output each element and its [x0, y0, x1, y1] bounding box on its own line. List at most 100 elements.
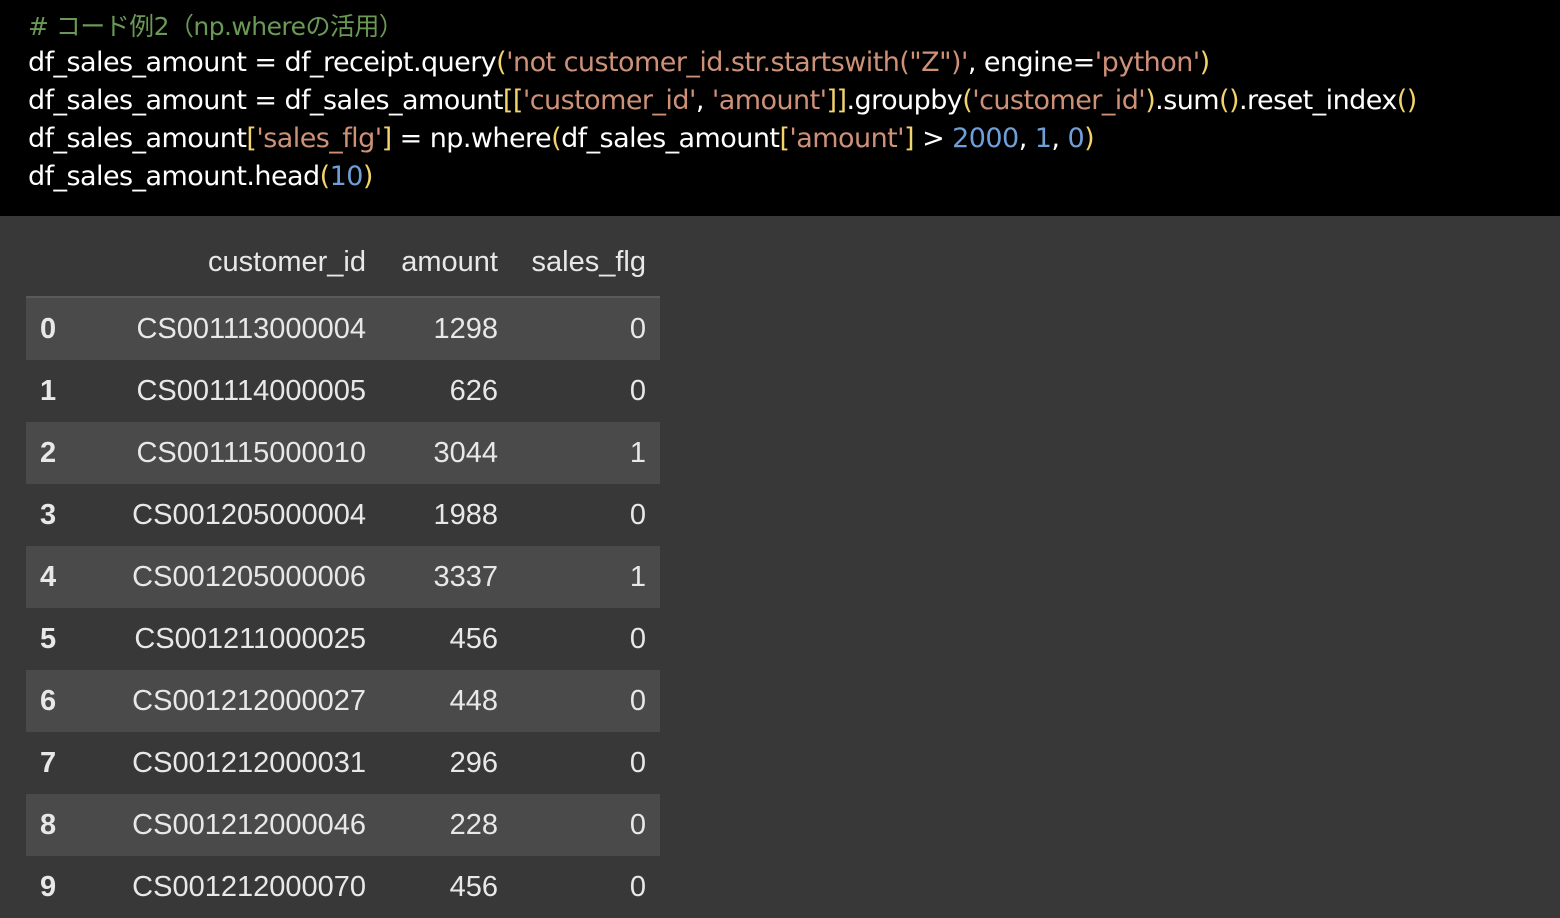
code-token: () — [1219, 85, 1240, 116]
cell-amount: 3337 — [433, 560, 498, 593]
cell-sales-flg: 0 — [629, 870, 646, 903]
cell-amount: 448 — [449, 684, 498, 717]
cell-amount: 1298 — [433, 312, 498, 345]
cell-sales-flg: 0 — [629, 808, 646, 841]
code-token: 'amount' — [789, 123, 905, 154]
code-token: ) — [1199, 47, 1211, 78]
cell-amount: 456 — [449, 870, 498, 903]
code-token: [ — [246, 123, 257, 154]
table-row: 8 CS001212000046 228 0 — [26, 794, 660, 856]
row-index: 9 — [40, 870, 57, 903]
code-token: .groupby — [846, 85, 963, 116]
code-token: 1 — [1034, 123, 1052, 154]
row-index: 1 — [40, 374, 57, 407]
cell-customer-id: CS001113000004 — [136, 312, 366, 345]
code-token: , engine= — [967, 47, 1095, 78]
row-index: 2 — [40, 436, 57, 469]
column-header-amount: amount — [380, 228, 512, 298]
code-token: , — [695, 85, 712, 116]
cell-customer-id: CS001211000025 — [134, 622, 366, 655]
code-line-3: df_sales_amount['sales_flg'] = np.where(… — [28, 120, 1560, 158]
cell-customer-id: CS001115000010 — [136, 436, 366, 469]
code-token: [ — [779, 123, 790, 154]
table-row: 0 CS001113000004 1298 0 — [26, 297, 660, 360]
code-token: ( — [551, 123, 562, 154]
code-token: df_sales_amount — [28, 123, 247, 154]
cell-sales-flg: 0 — [629, 374, 646, 407]
table-body: 0 CS001113000004 1298 0 1 CS001114000005… — [26, 297, 660, 918]
cell-customer-id: CS001212000031 — [132, 746, 366, 779]
cell-sales-flg: 1 — [629, 560, 646, 593]
table-header-row: customer_id amount sales_flg — [26, 228, 660, 298]
code-line-2: df_sales_amount = df_sales_amount[['cust… — [28, 82, 1560, 120]
cell-sales-flg: 0 — [629, 746, 646, 779]
code-token: df_sales_amount.head — [28, 161, 320, 192]
cell-customer-id: CS001212000046 — [132, 808, 366, 841]
cell-sales-flg: 0 — [629, 622, 646, 655]
row-index: 0 — [40, 312, 57, 345]
code-token: ) — [1084, 123, 1095, 154]
code-token: > — [914, 123, 953, 154]
code-cell[interactable]: # コード例2（np.whereの活用） df_sales_amount = d… — [0, 0, 1560, 216]
code-token: ]] — [826, 85, 848, 116]
code-token: 'python' — [1094, 47, 1200, 78]
code-comment: # コード例2（np.whereの活用） — [28, 12, 404, 41]
code-token: df_sales_amount = df_sales_amount — [28, 85, 503, 116]
code-token: ) — [1145, 85, 1156, 116]
code-token: 0 — [1067, 123, 1085, 154]
code-token: 'amount' — [711, 85, 827, 116]
table-row: 6 CS001212000027 448 0 — [26, 670, 660, 732]
cell-output: customer_id amount sales_flg 0 CS0011130… — [0, 216, 1560, 918]
cell-amount: 228 — [449, 808, 498, 841]
cell-amount: 626 — [449, 374, 498, 407]
column-header-sales-flg: sales_flg — [512, 228, 660, 298]
code-token: 2000 — [952, 123, 1019, 154]
code-line-1: df_sales_amount = df_receipt.query('not … — [28, 44, 1560, 82]
code-token: ] — [904, 123, 915, 154]
row-index: 6 — [40, 684, 57, 717]
row-index: 7 — [40, 746, 57, 779]
column-header-customer-id: customer_id — [88, 228, 380, 298]
table-row: 2 CS001115000010 3044 1 — [26, 422, 660, 484]
cell-customer-id: CS001212000027 — [132, 684, 366, 717]
dataframe-table: customer_id amount sales_flg 0 CS0011130… — [26, 228, 660, 918]
code-token: ) — [362, 161, 374, 192]
code-token: .reset_index — [1239, 85, 1397, 116]
code-token: () — [1396, 85, 1418, 116]
table-row: 4 CS001205000006 3337 1 — [26, 546, 660, 608]
cell-customer-id: CS001212000070 — [132, 870, 366, 903]
table-row: 5 CS001211000025 456 0 — [26, 608, 660, 670]
row-index: 3 — [40, 498, 57, 531]
cell-amount: 3044 — [433, 436, 498, 469]
cell-customer-id: CS001114000005 — [136, 374, 366, 407]
cell-amount: 296 — [449, 746, 498, 779]
code-token: ( — [962, 85, 973, 116]
index-header — [26, 228, 88, 298]
cell-sales-flg: 1 — [629, 436, 646, 469]
cell-customer-id: CS001205000004 — [132, 498, 366, 531]
cell-sales-flg: 0 — [629, 498, 646, 531]
code-token: 'not customer_id.str.startswith("Z")' — [506, 47, 968, 78]
table-row: 7 CS001212000031 296 0 — [26, 732, 660, 794]
code-token: 10 — [329, 161, 364, 192]
table-row: 1 CS001114000005 626 0 — [26, 360, 660, 422]
code-token: , — [1018, 123, 1035, 154]
code-line-4: df_sales_amount.head(10) — [28, 158, 1560, 196]
code-token: ( — [319, 161, 331, 192]
code-token: = np.where — [391, 123, 552, 154]
row-index: 4 — [40, 560, 57, 593]
code-token: df_sales_amount — [561, 123, 780, 154]
table-row: 3 CS001205000004 1988 0 — [26, 484, 660, 546]
code-token: 'customer_id' — [972, 85, 1146, 116]
cell-sales-flg: 0 — [629, 312, 646, 345]
code-token: 'customer_id' — [522, 85, 697, 116]
code-token: [[ — [502, 85, 524, 116]
code-token: .sum — [1155, 85, 1220, 116]
code-token: df_sales_amount = df_receipt.query — [28, 47, 497, 78]
cell-amount: 1988 — [433, 498, 498, 531]
code-token: 'sales_flg' — [256, 123, 382, 154]
cell-sales-flg: 0 — [629, 684, 646, 717]
table-row: 9 CS001212000070 456 0 — [26, 856, 660, 918]
row-index: 5 — [40, 622, 57, 655]
cell-amount: 456 — [449, 622, 498, 655]
